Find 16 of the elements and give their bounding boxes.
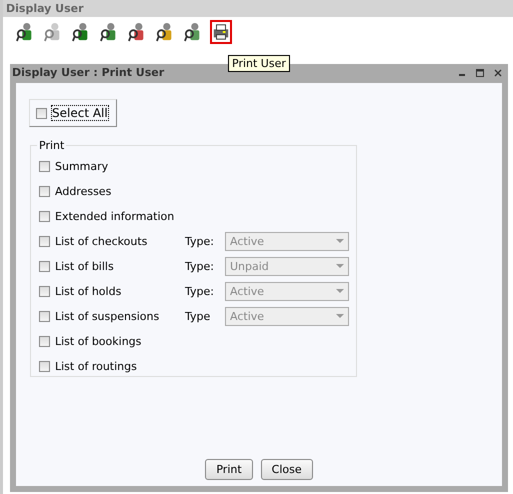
close-button[interactable]: Close: [260, 459, 313, 480]
select-all-button[interactable]: Select All: [29, 99, 117, 127]
type-label: Type:: [185, 235, 215, 248]
type-label: Type: [185, 310, 212, 323]
tooltip: Print User: [228, 55, 290, 72]
type-label: Type:: [185, 285, 215, 298]
dialog-title: Display User : Print User: [12, 66, 164, 79]
type-label: Type:: [185, 260, 215, 273]
checkbox-option[interactable]: List of bookings: [39, 335, 185, 348]
checkbox-option[interactable]: Addresses: [39, 185, 185, 198]
checkbox-option[interactable]: Summary: [39, 160, 185, 173]
checkbox-option[interactable]: List of routings: [39, 360, 185, 373]
checkbox-option[interactable]: Extended information: [39, 210, 185, 223]
print-button[interactable]: Print: [205, 459, 253, 480]
page-title: Display User: [3, 0, 513, 17]
group-label: Print: [38, 139, 66, 152]
